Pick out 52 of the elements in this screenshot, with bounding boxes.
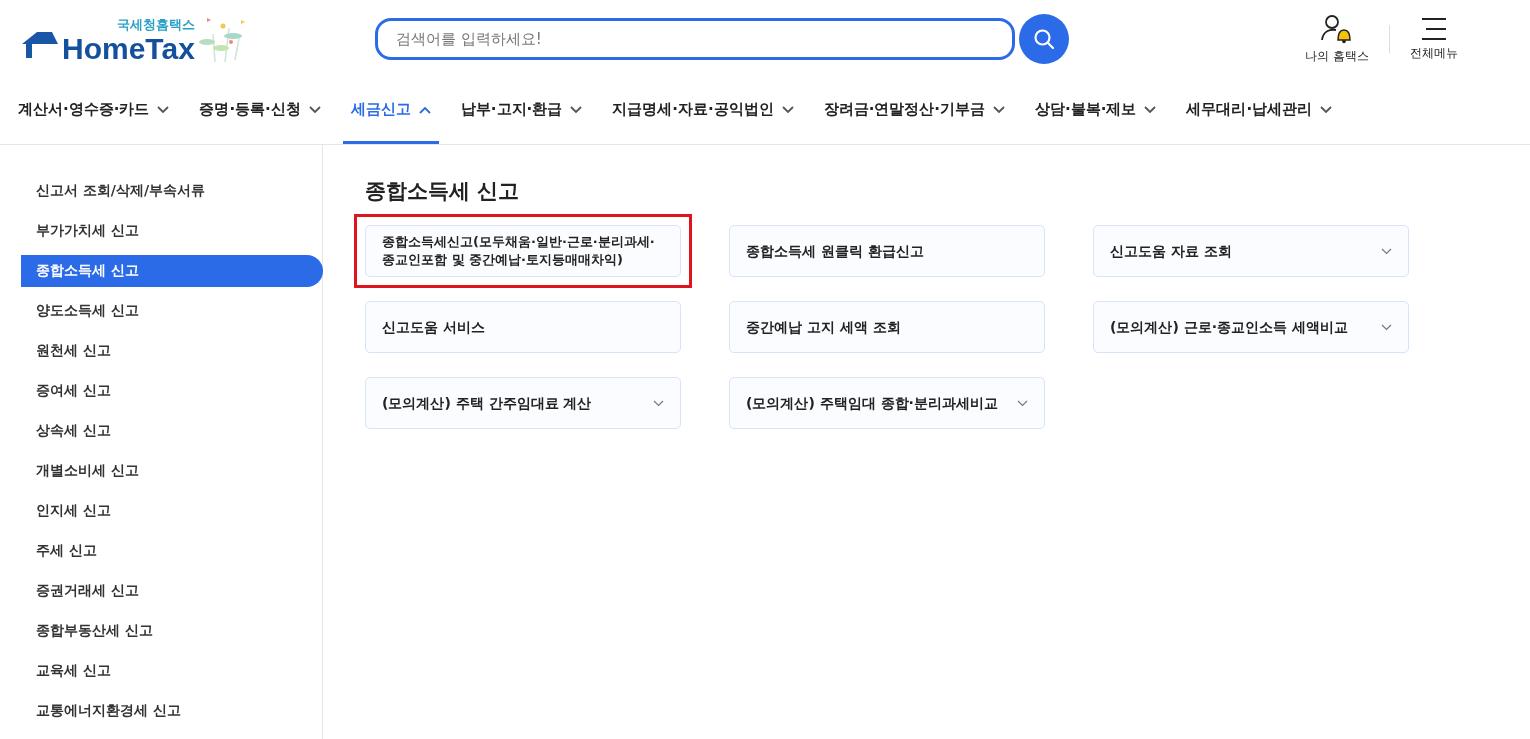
menu-card[interactable]: (모의계산) 주택 간주임대료 계산 [365, 377, 681, 429]
chevron-down-icon [1381, 323, 1392, 331]
sidebar-item[interactable]: 개별소비세 신고 [21, 455, 323, 487]
sidebar-item[interactable]: 인지세 신고 [21, 495, 323, 527]
menu-card[interactable]: 신고도움 서비스 [365, 301, 681, 353]
nav-tab[interactable]: 상담·불복·제보 [1027, 78, 1165, 144]
menu-card[interactable]: (모의계산) 근로·종교인소득 세액비교 [1093, 301, 1409, 353]
section-title: 종합소득세 신고 [365, 178, 521, 205]
chevron-down-icon [1381, 247, 1392, 255]
sidebar-item[interactable]: 부가가치세 신고 [21, 215, 323, 247]
chevron-down-icon [570, 105, 583, 114]
nav-tab[interactable]: 증명·등록·신청 [191, 78, 329, 144]
search-button[interactable] [1019, 14, 1069, 64]
nav-tab[interactable]: 세금신고 [342, 78, 439, 144]
sidebar-item[interactable]: 종합소득세 신고 [21, 255, 323, 287]
nav-tab[interactable]: 납부·고지·환급 [452, 78, 591, 144]
menu-card[interactable]: 신고도움 자료 조회 [1093, 225, 1409, 277]
sidebar-item[interactable]: 증여세 신고 [21, 375, 323, 407]
menu-card[interactable]: 중간예납 고지 세액 조회 [729, 301, 1045, 353]
menu-icon [1421, 16, 1447, 41]
logo-subtitle: 국세청홈택스 [116, 16, 195, 34]
chevron-down-icon [1017, 399, 1028, 407]
search-field[interactable]: 검색어를 입력하세요! [375, 18, 1015, 60]
chevron-down-icon [308, 105, 321, 114]
sidebar-item[interactable]: 증권거래세 신고 [21, 575, 323, 607]
chevron-down-icon [993, 105, 1006, 114]
nav-tab[interactable]: 지급명세·자료·공익법인 [604, 78, 802, 144]
menu-card[interactable]: 종합소득세 원클릭 환급신고 [729, 225, 1045, 277]
logo-title: HomeTax [62, 34, 195, 64]
menu-card[interactable]: (모의계산) 주택임대 종합·분리과세비교 [729, 377, 1045, 429]
chevron-down-icon [1320, 105, 1333, 114]
sidebar-item[interactable]: 양도소득세 신고 [21, 295, 323, 327]
nav-tab[interactable]: 장려금·연말정산·기부금 [815, 78, 1014, 144]
all-menu-button[interactable]: 전체메뉴 [1398, 16, 1470, 62]
sidebar-item[interactable]: 원천세 신고 [21, 335, 323, 367]
nav-tab[interactable]: 세무대리·납세관리 [1178, 78, 1341, 144]
house-logo-icon [20, 30, 60, 60]
nav-tab[interactable]: 계산서·영수증·카드 [10, 78, 178, 144]
sidebar-item[interactable]: 신고서 조회/삭제/부속서류 [21, 175, 323, 207]
sidebar-item[interactable]: 종합부동산세 신고 [21, 615, 323, 647]
sidebar-item[interactable]: 교육세 신고 [21, 655, 323, 687]
my-hometax-button[interactable]: 나의 홈택스 [1293, 13, 1381, 65]
search-icon [1033, 28, 1055, 50]
menu-card[interactable]: 종합소득세신고(모두채움·일반·근로·분리과세·종교인포함 및 중간예납·토지등매매차익) [365, 225, 681, 277]
chevron-down-icon [1144, 105, 1157, 114]
sidebar-item[interactable]: 교통에너지환경세 신고 [21, 695, 323, 727]
sidebar-item[interactable]: 주세 신고 [21, 535, 323, 567]
sidebar-item[interactable]: 상속세 신고 [21, 415, 323, 447]
chevron-down-icon [653, 399, 664, 407]
chevron-down-icon [781, 105, 794, 114]
chevron-down-icon [157, 105, 170, 114]
chevron-up-icon [418, 105, 431, 114]
